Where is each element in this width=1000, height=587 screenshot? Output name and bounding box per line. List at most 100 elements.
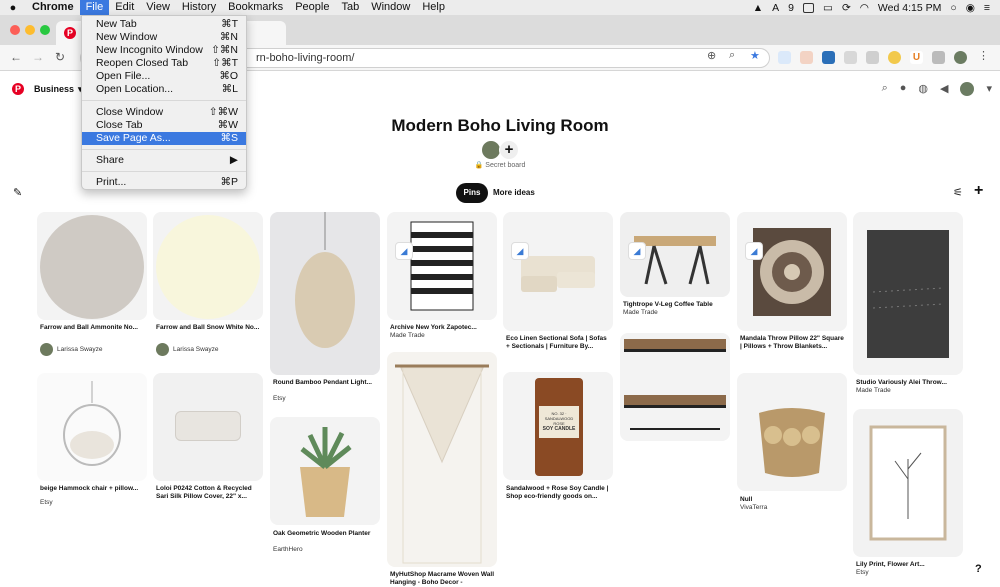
pin-image[interactable] — [620, 333, 730, 441]
pin-source: VivaTerra — [740, 504, 768, 511]
add-collaborator-button[interactable]: + — [499, 140, 519, 160]
pin-title: Archive New York Zapotec... — [390, 324, 477, 331]
puzzle-extensions-icon[interactable] — [932, 51, 945, 64]
wifi-icon[interactable]: ◠ — [860, 2, 869, 14]
pin-image[interactable] — [853, 212, 963, 375]
pinterest-favicon-icon: P — [64, 27, 76, 39]
macos-menubar: ● Chrome File Edit View History Bookmark… — [0, 0, 1000, 15]
siri-icon[interactable]: ◉ — [966, 2, 975, 14]
vlc-icon[interactable]: ▲ — [753, 2, 763, 14]
pin-image[interactable] — [153, 373, 263, 481]
minimize-window-icon[interactable] — [25, 25, 35, 35]
business-dropdown[interactable]: P Business ▾ — [12, 83, 83, 95]
apple-menu-icon[interactable]: ● — [0, 2, 26, 14]
pin-image[interactable] — [270, 417, 380, 525]
woven-basket-drawing — [759, 408, 825, 477]
zoom-window-icon[interactable] — [40, 25, 50, 35]
pin-user: Larissa Swayze — [156, 343, 219, 356]
pin-source: Made Trade — [856, 387, 891, 394]
edit-pencil-icon[interactable]: ✎ — [13, 186, 22, 199]
add-pin-button[interactable]: + — [974, 182, 983, 200]
pin-user: Larissa Swayze — [40, 343, 103, 356]
pin-image[interactable]: ◢ — [387, 212, 497, 320]
bamboo-pendant-drawing — [295, 212, 355, 348]
color-swatch — [40, 215, 144, 319]
messages-icon[interactable]: ◍ — [918, 82, 928, 96]
menu-item-open-location[interactable]: Open Location... ⌘L — [82, 83, 246, 96]
extension-icon[interactable] — [866, 51, 879, 64]
megaphone-icon[interactable]: ◀ — [940, 82, 948, 96]
tab-more-ideas[interactable]: More ideas — [493, 183, 535, 203]
menu-view[interactable]: View — [140, 0, 176, 15]
menu-edit[interactable]: Edit — [109, 0, 140, 15]
extension-icon[interactable] — [800, 51, 813, 64]
honey-extension-icon[interactable]: U — [910, 51, 923, 64]
pin-image[interactable]: ◢ — [737, 212, 847, 331]
notification-count[interactable]: 9 — [788, 2, 794, 14]
more-options-icon[interactable]: ⋮ — [978, 49, 989, 62]
sync-icon[interactable]: ⟳ — [842, 2, 851, 14]
close-window-icon[interactable] — [10, 25, 20, 35]
menu-window[interactable]: Window — [365, 0, 416, 15]
user-avatar[interactable] — [960, 82, 975, 96]
menu-bookmarks[interactable]: Bookmarks — [222, 0, 289, 15]
pin-title: Sandalwood + Rose Soy Candle | Shop eco-… — [506, 485, 609, 500]
menu-item-close-window[interactable]: Close Window ⇧⌘W — [82, 106, 246, 119]
pin-image[interactable] — [387, 352, 497, 567]
zoom-icon[interactable]: ⌕ — [729, 49, 735, 62]
help-button[interactable]: ? — [975, 563, 982, 575]
back-icon[interactable]: ← — [10, 50, 22, 64]
pin-image[interactable] — [37, 373, 147, 481]
menu-item-share[interactable]: Share ▶ — [82, 154, 246, 167]
chevron-down-icon[interactable]: ▾ — [986, 82, 992, 96]
pin-image[interactable] — [270, 212, 380, 375]
control-center-icon[interactable]: ≡ — [984, 2, 990, 14]
pin-image[interactable] — [737, 373, 847, 491]
menu-item-new-tab[interactable]: New Tab ⌘T — [82, 18, 246, 31]
pin-title: Loloi P0242 Cotton & Recycled Sari Silk … — [156, 485, 252, 500]
pin-image[interactable]: ◢ — [620, 212, 730, 297]
airplay-icon[interactable] — [803, 2, 815, 13]
clock[interactable]: Wed 4:15 PM — [878, 2, 941, 14]
menu-file[interactable]: File — [79, 0, 110, 15]
pin-image[interactable] — [37, 212, 147, 320]
pin-image[interactable] — [853, 409, 963, 557]
pin-source: Etsy — [40, 499, 53, 506]
screen-icon[interactable]: ▭ — [823, 2, 833, 14]
reload-icon[interactable]: ↻ — [55, 50, 65, 64]
menu-item-close-tab[interactable]: Close Tab ⌘W — [82, 119, 246, 132]
forward-icon[interactable]: → — [32, 50, 44, 64]
search-icon[interactable]: ⌕ — [882, 82, 888, 96]
adobe-icon[interactable]: A — [772, 2, 779, 14]
pin-title: MyHutShop Macrame Woven Wall Hanging - B… — [390, 571, 495, 586]
menu-chrome[interactable]: Chrome — [26, 0, 80, 15]
menu-item-new-incognito-window[interactable]: New Incognito Window ⇧⌘N — [82, 44, 246, 57]
pin-title: Round Bamboo Pendant Light... — [273, 379, 372, 386]
spotlight-icon[interactable]: ○ — [950, 2, 956, 14]
menu-tab[interactable]: Tab — [335, 0, 365, 15]
pin-title: Null — [740, 496, 753, 503]
pinterest-extension-icon[interactable] — [844, 51, 857, 64]
menu-item-save-page-as[interactable]: Save Page As... ⌘S — [82, 132, 246, 145]
collaborator-avatar[interactable] — [481, 140, 501, 160]
menu-item-print[interactable]: Print... ⌘P — [82, 176, 246, 189]
pin-image[interactable]: ◢ — [503, 212, 613, 331]
extension-icon[interactable] — [888, 51, 901, 64]
filter-icon[interactable]: ⚟ — [953, 186, 963, 199]
bookmark-star-icon[interactable]: ★ — [750, 49, 760, 62]
add-icon[interactable]: ⊕ — [707, 49, 716, 62]
tab-pins[interactable]: Pins — [456, 183, 488, 203]
user-avatar — [40, 343, 53, 356]
extension-icon[interactable] — [822, 51, 835, 64]
profile-avatar[interactable] — [954, 51, 967, 64]
menu-help[interactable]: Help — [416, 0, 451, 15]
menu-item-reopen-closed-tab[interactable]: Reopen Closed Tab ⇧⌘T — [82, 57, 246, 70]
pin-image[interactable]: NO. 32 · SANDALWOOD ROSE SOY CANDLE — [503, 372, 613, 480]
menu-history[interactable]: History — [176, 0, 222, 15]
bell-icon[interactable]: ● — [900, 82, 907, 96]
extension-icon[interactable] — [778, 51, 791, 64]
menu-item-new-window[interactable]: New Window ⌘N — [82, 31, 246, 44]
pin-image[interactable] — [153, 212, 263, 320]
menu-item-open-file[interactable]: Open File... ⌘O — [82, 70, 246, 83]
menu-people[interactable]: People — [289, 0, 335, 15]
